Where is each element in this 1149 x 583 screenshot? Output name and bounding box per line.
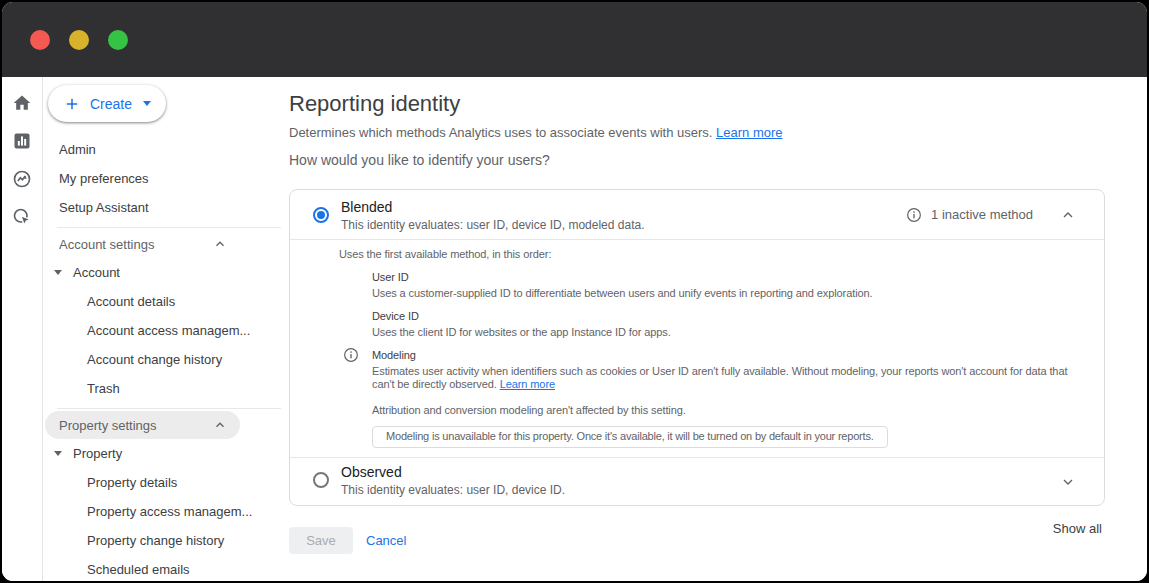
modeling-learn-more-link[interactable]: Learn more [500,378,555,390]
observed-option-text: Observed This identity evaluates: user I… [290,458,1104,497]
reports-icon[interactable] [12,131,32,151]
method-user-id: User ID Uses a customer-supplied ID to d… [372,271,1080,300]
create-button-label: Create [90,96,132,112]
create-button[interactable]: Create [48,85,166,122]
blended-option[interactable]: Blended This identity evaluates: user ID… [290,190,1104,239]
window-minimize-button[interactable] [69,30,89,50]
section-account-settings[interactable]: Account settings [45,230,240,258]
observed-header-right [1060,458,1076,505]
modeling-description: Estimates user activity when identifiers… [372,365,1072,391]
identity-options-card: Blended This identity evaluates: user ID… [289,189,1105,506]
chevron-up-icon [213,237,227,251]
sidebar-item-account-details[interactable]: Account details [43,287,289,316]
sidebar-item-my-preferences[interactable]: My preferences [43,164,289,193]
blended-header-right: 1 inactive method [906,190,1076,239]
window-zoom-button[interactable] [108,30,128,50]
card-footer: Show all Save Cancel [289,506,1105,554]
window-close-button[interactable] [30,30,50,50]
blended-intro: Uses the first available method, in this… [339,248,1080,261]
sidebar-divider [57,408,281,409]
chevron-up-icon [213,418,227,432]
sidebar-item-property-change-history[interactable]: Property change history [43,526,289,555]
cancel-button[interactable]: Cancel [366,533,406,548]
main-content: Reporting identity Determines which meth… [289,77,1147,581]
blended-radio[interactable] [313,207,329,223]
modeling-unavailable-note: Modeling is unavailable for this propert… [372,426,888,448]
expander-icon [54,270,62,275]
observed-sublabel: This identity evaluates: user ID, device… [341,483,1104,497]
identity-question: How would you like to identify your user… [289,152,1105,168]
attribution-note: Attribution and conversion modeling aren… [372,404,1080,417]
info-icon [343,347,359,366]
observed-label: Observed [341,464,1104,480]
expand-chevron-icon[interactable] [1060,474,1076,490]
sidebar-item-property-details[interactable]: Property details [43,468,289,497]
expander-icon [54,451,62,456]
plus-icon [63,95,81,113]
show-all-link[interactable]: Show all [1053,521,1102,536]
inactive-method-badge: 1 inactive method [931,207,1033,222]
save-button[interactable]: Save [289,527,353,554]
sidebar-divider [57,227,281,228]
form-actions: Save Cancel [289,506,1105,554]
app-body: Create Admin My preferences Setup Assist… [2,77,1147,581]
learn-more-link[interactable]: Learn more [716,125,782,140]
window-titlebar [2,2,1147,77]
observed-option[interactable]: Observed This identity evaluates: user I… [290,458,1104,505]
sidebar-item-scheduled-emails[interactable]: Scheduled emails [43,555,289,581]
method-modeling: Modeling Estimates user activity when id… [372,349,1080,391]
page-title: Reporting identity [289,91,1105,117]
explore-icon[interactable] [12,169,32,189]
observed-radio[interactable] [313,472,329,488]
method-device-id: Device ID Uses the client ID for website… [372,310,1080,339]
sidebar-item-setup-assistant[interactable]: Setup Assistant [43,193,289,222]
section-property-settings[interactable]: Property settings [45,411,240,439]
nav-rail [2,77,43,581]
admin-sidebar: Create Admin My preferences Setup Assist… [43,77,289,581]
home-icon[interactable] [12,93,32,113]
sidebar-group-property[interactable]: Property [43,439,289,468]
sidebar-nav: Admin My preferences Setup Assistant Acc… [43,135,289,581]
sidebar-item-account-access[interactable]: Account access managem... [43,316,289,345]
page-description: Determines which methods Analytics uses … [289,125,1105,140]
sidebar-group-account[interactable]: Account [43,258,289,287]
sidebar-item-account-change-history[interactable]: Account change history [43,345,289,374]
collapse-chevron-icon[interactable] [1060,207,1076,223]
create-caret-icon [143,101,151,106]
blended-details: Uses the first available method, in this… [290,240,1104,457]
sidebar-item-admin[interactable]: Admin [43,135,289,164]
sidebar-item-trash[interactable]: Trash [43,374,289,403]
sidebar-item-property-access[interactable]: Property access managem... [43,497,289,526]
info-icon [906,207,922,223]
advertising-icon[interactable] [12,207,32,227]
app-window: Create Admin My preferences Setup Assist… [2,2,1147,581]
